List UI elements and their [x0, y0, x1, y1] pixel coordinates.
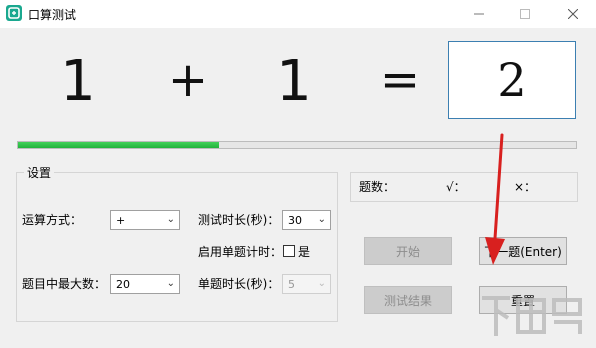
per-question-timer-checkbox-label[interactable]: 是 [298, 243, 310, 261]
watermark-logo [478, 292, 588, 342]
per-question-duration-value: 5 [288, 277, 295, 291]
equals-sign: = [379, 52, 421, 108]
maximize-icon [520, 9, 530, 19]
max-number-value: 20 [116, 277, 130, 291]
operation-label: 运算方式： [22, 213, 83, 227]
chevron-down-icon: ⌄ [317, 214, 326, 225]
close-button[interactable] [550, 0, 596, 28]
operand-1: 1 [60, 49, 96, 114]
maximize-button[interactable] [502, 0, 548, 28]
answer-field[interactable] [448, 41, 576, 119]
max-number-label: 题目中最大数： [22, 277, 107, 291]
operator: + [167, 52, 209, 108]
answer-input[interactable] [449, 42, 575, 118]
window-title: 口算测试 [28, 8, 77, 22]
per-question-duration-select[interactable]: 5 ⌄ [282, 274, 331, 294]
per-question-timer-checkbox[interactable] [283, 245, 295, 257]
operand-2: 1 [276, 49, 312, 114]
test-duration-select[interactable]: 30 ⌄ [282, 210, 331, 230]
question-count-label: 题数： [359, 180, 396, 194]
chevron-down-icon: ⌄ [166, 278, 175, 289]
max-number-select[interactable]: 20 ⌄ [110, 274, 180, 294]
annotation-arrow [485, 133, 505, 265]
chevron-down-icon: ⌄ [317, 278, 326, 289]
test-duration-value: 30 [288, 213, 302, 227]
title-bar: 口算测试 [0, 0, 596, 28]
start-button[interactable]: 开始 [364, 237, 452, 265]
close-icon [568, 9, 578, 19]
settings-legend: 设置 [24, 164, 55, 182]
minimize-icon [474, 13, 484, 15]
per-question-duration-label: 单题时长(秒)： [198, 277, 280, 291]
test-results-button[interactable]: 测试结果 [364, 286, 452, 314]
correct-count-label: √： [446, 180, 466, 194]
operation-select[interactable]: + ⌄ [110, 210, 180, 230]
progress-fill [18, 142, 219, 148]
operation-value: + [116, 213, 126, 227]
per-question-timer-label: 启用单题计时： [198, 245, 283, 259]
minimize-button[interactable] [456, 0, 502, 28]
app-icon [6, 5, 22, 21]
chevron-down-icon: ⌄ [166, 214, 175, 225]
test-duration-label: 测试时长(秒)： [198, 213, 280, 227]
